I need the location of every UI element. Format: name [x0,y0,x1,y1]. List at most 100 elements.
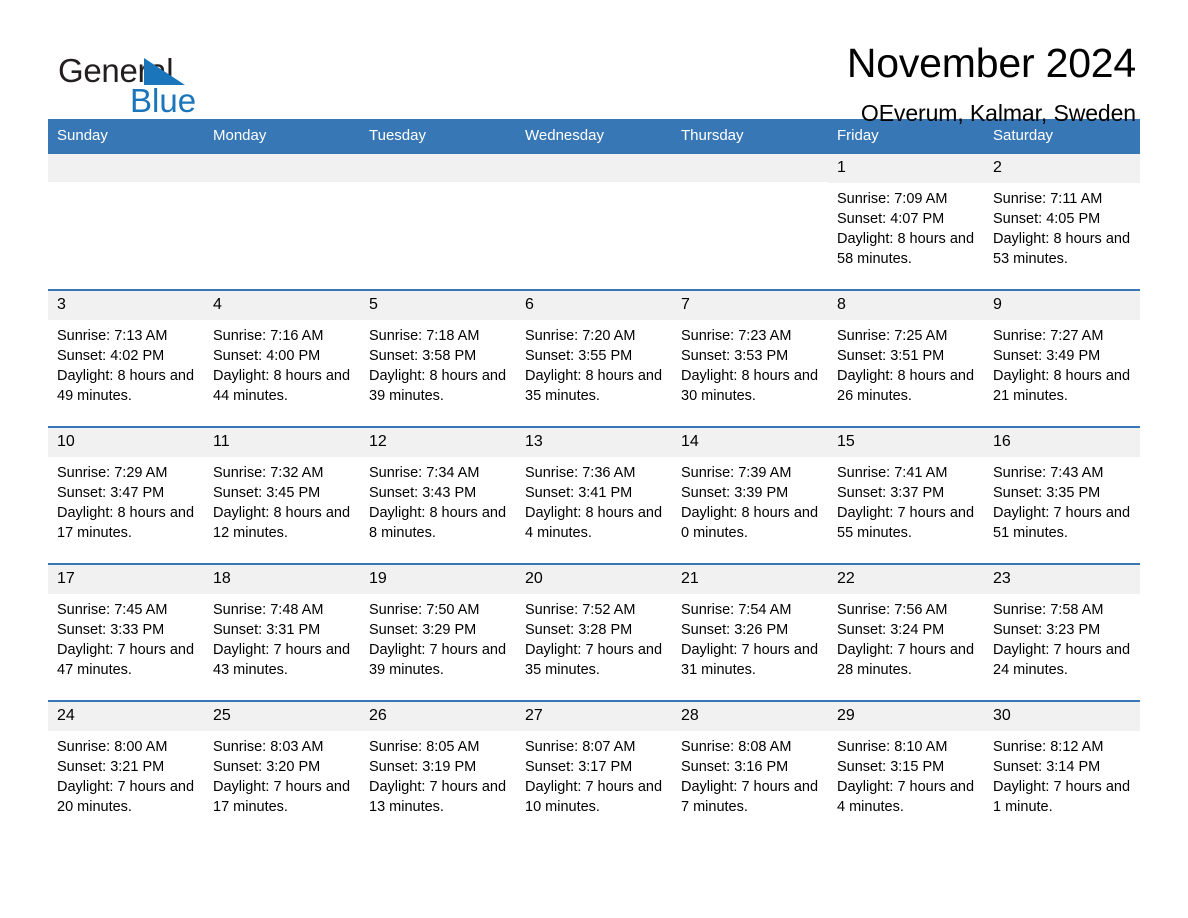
calendar-day-cell[interactable]: 12 Sunrise: 7:34 AM Sunset: 3:43 PM Dayligh… [360,428,516,563]
day-number: 29 [828,702,984,732]
sunrise-text: Sunrise: 7:58 AM [993,602,1104,619]
weekday-header-tuesday: Tuesday [369,127,426,144]
day-number: 21 [672,565,828,595]
day-sun-info: Sunrise: 8:10 AM Sunset: 3:15 PM Daylight:… [828,731,984,817]
sunset-text: Sunset: 4:02 PM [57,348,165,365]
calendar-day-cell[interactable]: 9 Sunrise: 7:27 AM Sunset: 3:49 PM Daylight… [984,291,1140,426]
day-number: 11 [204,428,360,458]
daylight-text: Daylight: 7 hours and 17 minutes. [213,779,351,816]
day-sun-info: Sunrise: 7:48 AM Sunset: 3:31 PM Daylight:… [204,594,360,680]
day-sun-info: Sunrise: 7:25 AM Sunset: 3:51 PM Daylight:… [828,320,984,406]
calendar-day-cell[interactable]: 6 Sunrise: 7:20 AM Sunset: 3:55 PM Daylight… [516,291,672,426]
calendar-day-cell[interactable]: 20 Sunrise: 7:52 AM Sunset: 3:28 PM Dayligh… [516,565,672,700]
calendar-day-cell[interactable]: 24 Sunrise: 8:00 AM Sunset: 3:21 PM Dayligh… [48,702,204,837]
day-number: 13 [516,428,672,458]
calendar-week-row: 3 Sunrise: 7:13 AM Sunset: 4:02 PM Daylight… [48,289,1140,426]
day-number: 12 [360,428,516,458]
calendar-day-cell[interactable]: 23 Sunrise: 7:58 AM Sunset: 3:23 PM Dayligh… [984,565,1140,700]
calendar-day-cell[interactable]: 30 Sunrise: 8:12 AM Sunset: 3:14 PM Dayligh… [984,702,1140,837]
sunrise-text: Sunrise: 7:34 AM [369,465,480,482]
calendar-day-cell[interactable]: 1 Sunrise: 7:09 AM Sunset: 4:07 PM Daylight… [828,154,984,289]
day-sun-info: Sunrise: 8:07 AM Sunset: 3:17 PM Daylight:… [516,731,672,817]
calendar-day-cell[interactable]: 26 Sunrise: 8:05 AM Sunset: 3:19 PM Dayligh… [360,702,516,837]
calendar-day-cell[interactable]: 14 Sunrise: 7:39 AM Sunset: 3:39 PM Dayligh… [672,428,828,563]
calendar-day-cell[interactable]: 4 Sunrise: 7:16 AM Sunset: 4:00 PM Daylight… [204,291,360,426]
calendar-day-cell[interactable]: 17 Sunrise: 7:45 AM Sunset: 3:33 PM Dayligh… [48,565,204,700]
general-blue-logo: General Blue [48,42,208,117]
sunrise-text: Sunrise: 7:27 AM [993,328,1104,345]
calendar-day-cell[interactable]: 13 Sunrise: 7:36 AM Sunset: 3:41 PM Dayligh… [516,428,672,563]
day-sun-info: Sunrise: 7:11 AM Sunset: 4:05 PM Daylight:… [984,183,1140,269]
day-sun-info: Sunrise: 7:36 AM Sunset: 3:41 PM Daylight:… [516,457,672,543]
day-sun-info: Sunrise: 7:56 AM Sunset: 3:24 PM Daylight:… [828,594,984,680]
calendar-day-cell[interactable]: 18 Sunrise: 7:48 AM Sunset: 3:31 PM Dayligh… [204,565,360,700]
calendar-day-cell[interactable]: 11 Sunrise: 7:32 AM Sunset: 3:45 PM Dayligh… [204,428,360,563]
weekday-header-wednesday: Wednesday [525,127,604,144]
day-sun-info: Sunrise: 7:20 AM Sunset: 3:55 PM Daylight:… [516,320,672,406]
sunset-text: Sunset: 3:19 PM [369,759,477,776]
sunset-text: Sunset: 3:24 PM [837,622,945,639]
title-block: November 2024 OEverum, Kalmar, Sweden [846,40,1140,127]
sunrise-text: Sunrise: 7:56 AM [837,602,948,619]
calendar-day-cell[interactable]: 15 Sunrise: 7:41 AM Sunset: 3:37 PM Dayligh… [828,428,984,563]
daylight-text: Daylight: 8 hours and 8 minutes. [369,505,507,542]
day-sun-info: Sunrise: 7:18 AM Sunset: 3:58 PM Daylight:… [360,320,516,406]
day-number: 8 [828,291,984,321]
sunrise-text: Sunrise: 7:32 AM [213,465,324,482]
calendar-day-cell[interactable]: 28 Sunrise: 8:08 AM Sunset: 3:16 PM Dayligh… [672,702,828,837]
day-number: 4 [204,291,360,321]
daylight-text: Daylight: 8 hours and 12 minutes. [213,505,351,542]
sunrise-text: Sunrise: 7:54 AM [681,602,792,619]
calendar-day-cell[interactable]: 3 Sunrise: 7:13 AM Sunset: 4:02 PM Daylight… [48,291,204,426]
daylight-text: Daylight: 8 hours and 53 minutes. [993,231,1131,268]
day-sun-info: Sunrise: 7:29 AM Sunset: 3:47 PM Daylight:… [48,457,204,543]
calendar-day-cell[interactable]: 29 Sunrise: 8:10 AM Sunset: 3:15 PM Dayligh… [828,702,984,837]
calendar-day-cell-empty [672,154,828,289]
sunset-text: Sunset: 3:33 PM [57,622,165,639]
day-number: 6 [516,291,672,321]
day-sun-info: Sunrise: 7:09 AM Sunset: 4:07 PM Daylight:… [828,183,984,269]
page-title: November 2024 [846,40,1136,86]
day-number [48,154,204,182]
calendar-day-cell[interactable]: 16 Sunrise: 7:43 AM Sunset: 3:35 PM Dayligh… [984,428,1140,563]
sunset-text: Sunset: 3:39 PM [681,485,789,502]
day-number [204,154,360,182]
sunrise-text: Sunrise: 7:18 AM [369,328,480,345]
calendar-day-cell[interactable]: 5 Sunrise: 7:18 AM Sunset: 3:58 PM Daylight… [360,291,516,426]
daylight-text: Daylight: 7 hours and 35 minutes. [525,642,663,679]
logo-triangle-icon [144,58,185,85]
day-sun-info: Sunrise: 7:34 AM Sunset: 3:43 PM Daylight:… [360,457,516,543]
weekday-header-sunday: Sunday [57,127,108,144]
day-number: 22 [828,565,984,595]
sunset-text: Sunset: 3:49 PM [993,348,1101,365]
day-sun-info: Sunrise: 8:03 AM Sunset: 3:20 PM Daylight:… [204,731,360,817]
calendar-day-cell[interactable]: 2 Sunrise: 7:11 AM Sunset: 4:05 PM Daylight… [984,154,1140,289]
calendar-day-cell[interactable]: 21 Sunrise: 7:54 AM Sunset: 3:26 PM Dayligh… [672,565,828,700]
sunset-text: Sunset: 3:29 PM [369,622,477,639]
calendar-day-cell-empty [204,154,360,289]
sunset-text: Sunset: 3:21 PM [57,759,165,776]
calendar-day-cell[interactable]: 19 Sunrise: 7:50 AM Sunset: 3:29 PM Dayligh… [360,565,516,700]
sunset-text: Sunset: 3:37 PM [837,485,945,502]
sunset-text: Sunset: 3:43 PM [369,485,477,502]
calendar-day-cell[interactable]: 25 Sunrise: 8:03 AM Sunset: 3:20 PM Dayligh… [204,702,360,837]
sunset-text: Sunset: 3:28 PM [525,622,633,639]
weekday-header-friday: Friday [837,127,879,144]
sunset-text: Sunset: 3:47 PM [57,485,165,502]
sunrise-text: Sunrise: 7:43 AM [993,465,1104,482]
calendar-day-cell-empty [360,154,516,289]
day-number: 9 [984,291,1140,321]
sunrise-text: Sunrise: 7:09 AM [837,191,948,208]
calendar-day-cell[interactable]: 22 Sunrise: 7:56 AM Sunset: 3:24 PM Dayligh… [828,565,984,700]
calendar-day-cell[interactable]: 7 Sunrise: 7:23 AM Sunset: 3:53 PM Daylight… [672,291,828,426]
daylight-text: Daylight: 7 hours and 55 minutes. [837,505,975,542]
sunset-text: Sunset: 3:17 PM [525,759,633,776]
day-sun-info: Sunrise: 8:08 AM Sunset: 3:16 PM Daylight:… [672,731,828,817]
calendar-day-cell[interactable]: 8 Sunrise: 7:25 AM Sunset: 3:51 PM Daylight… [828,291,984,426]
calendar-day-cell[interactable]: 10 Sunrise: 7:29 AM Sunset: 3:47 PM Dayligh… [48,428,204,563]
logo-text-blue: Blue [130,82,197,119]
daylight-text: Daylight: 8 hours and 44 minutes. [213,368,351,405]
calendar-day-cell[interactable]: 27 Sunrise: 8:07 AM Sunset: 3:17 PM Dayligh… [516,702,672,837]
calendar-week-row: 1 Sunrise: 7:09 AM Sunset: 4:07 PM Daylight… [48,154,1140,289]
calendar-day-cell-empty [48,154,204,289]
